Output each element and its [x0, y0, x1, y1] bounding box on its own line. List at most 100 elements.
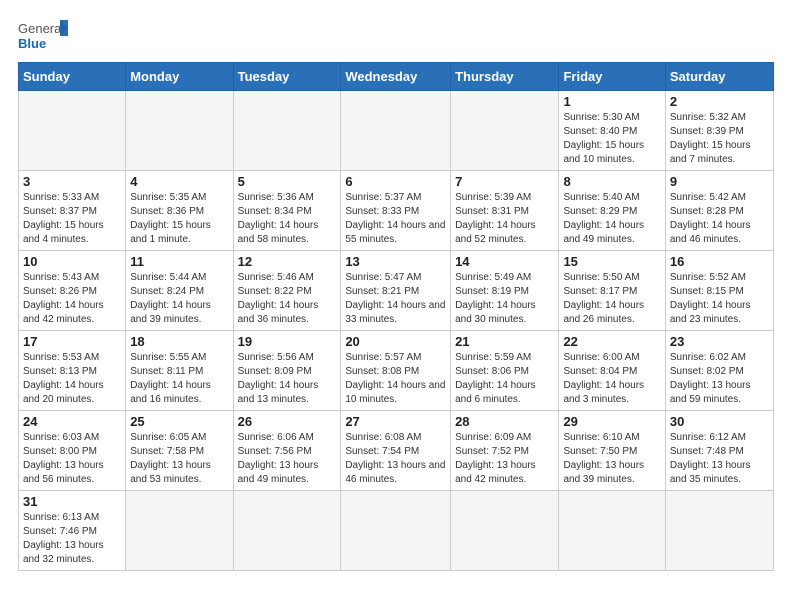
day-number: 28 [455, 414, 554, 429]
day-number: 7 [455, 174, 554, 189]
day-info: Sunrise: 5:32 AM Sunset: 8:39 PM Dayligh… [670, 111, 769, 167]
day-info: Sunrise: 5:42 AM Sunset: 8:28 PM Dayligh… [670, 191, 769, 247]
day-number: 3 [23, 174, 121, 189]
calendar-table: SundayMondayTuesdayWednesdayThursdayFrid… [18, 62, 774, 571]
day-number: 11 [130, 254, 228, 269]
day-number: 29 [563, 414, 660, 429]
day-number: 27 [345, 414, 446, 429]
calendar-cell: 3Sunrise: 5:33 AM Sunset: 8:37 PM Daylig… [19, 171, 126, 251]
calendar-header-row: SundayMondayTuesdayWednesdayThursdayFrid… [19, 63, 774, 91]
day-number: 16 [670, 254, 769, 269]
calendar-week-row-1: 3Sunrise: 5:33 AM Sunset: 8:37 PM Daylig… [19, 171, 774, 251]
calendar-cell [451, 91, 559, 171]
calendar-cell: 10 Sunrise: 5:43 AM Sunset: 8:26 PM Dayli… [19, 251, 126, 331]
calendar-weekday-thursday: Thursday [451, 63, 559, 91]
day-number: 15 [563, 254, 660, 269]
calendar-cell: 27 Sunrise: 6:08 AM Sunset: 7:54 PM Dayli… [341, 411, 451, 491]
calendar-cell: 6Sunrise: 5:37 AM Sunset: 8:33 PM Daylig… [341, 171, 451, 251]
day-info: Sunrise: 6:08 AM Sunset: 7:54 PM Dayligh… [345, 431, 446, 487]
calendar-cell: 13Sunrise: 5:47 AM Sunset: 8:21 PM Dayli… [341, 251, 451, 331]
calendar-cell: 1Sunrise: 5:30 AM Sunset: 8:40 PM Daylig… [559, 91, 665, 171]
calendar-cell: 12Sunrise: 5:46 AM Sunset: 8:22 PM Dayli… [233, 251, 341, 331]
calendar-cell [233, 491, 341, 571]
calendar-weekday-sunday: Sunday [19, 63, 126, 91]
calendar-cell: 5Sunrise: 5:36 AM Sunset: 8:34 PM Daylig… [233, 171, 341, 251]
calendar-weekday-wednesday: Wednesday [341, 63, 451, 91]
day-number: 12 [238, 254, 337, 269]
svg-text:Blue: Blue [18, 36, 46, 51]
calendar-weekday-tuesday: Tuesday [233, 63, 341, 91]
day-info: Sunrise: 5:57 AM Sunset: 8:08 PM Dayligh… [345, 351, 446, 407]
calendar-week-row-0: 1Sunrise: 5:30 AM Sunset: 8:40 PM Daylig… [19, 91, 774, 171]
calendar-cell: 22 Sunrise: 6:00 AM Sunset: 8:04 PM Dayli… [559, 331, 665, 411]
day-info: Sunrise: 5:44 AM Sunset: 8:24 PM Dayligh… [130, 271, 228, 327]
day-number: 19 [238, 334, 337, 349]
calendar-cell: 20 Sunrise: 5:57 AM Sunset: 8:08 PM Dayli… [341, 331, 451, 411]
day-number: 26 [238, 414, 337, 429]
calendar-weekday-saturday: Saturday [665, 63, 773, 91]
day-info: Sunrise: 5:40 AM Sunset: 8:29 PM Dayligh… [563, 191, 660, 247]
calendar-cell: 23Sunrise: 6:02 AM Sunset: 8:02 PM Dayli… [665, 331, 773, 411]
calendar-weekday-friday: Friday [559, 63, 665, 91]
day-info: Sunrise: 5:52 AM Sunset: 8:15 PM Dayligh… [670, 271, 769, 327]
day-info: Sunrise: 6:05 AM Sunset: 7:58 PM Dayligh… [130, 431, 228, 487]
svg-text:General: General [18, 21, 64, 36]
calendar-cell: 30 Sunrise: 6:12 AM Sunset: 7:48 PM Dayli… [665, 411, 773, 491]
day-info: Sunrise: 6:10 AM Sunset: 7:50 PM Dayligh… [563, 431, 660, 487]
day-info: Sunrise: 6:02 AM Sunset: 8:02 PM Dayligh… [670, 351, 769, 407]
day-number: 10 [23, 254, 121, 269]
calendar-cell: 18 Sunrise: 5:55 AM Sunset: 8:11 PM Dayli… [126, 331, 233, 411]
calendar-cell [559, 491, 665, 571]
calendar-cell: 8 Sunrise: 5:40 AM Sunset: 8:29 PM Daylig… [559, 171, 665, 251]
calendar-cell [451, 491, 559, 571]
day-number: 2 [670, 94, 769, 109]
day-info: Sunrise: 5:49 AM Sunset: 8:19 PM Dayligh… [455, 271, 554, 327]
day-number: 6 [345, 174, 446, 189]
day-number: 20 [345, 334, 446, 349]
day-number: 14 [455, 254, 554, 269]
day-info: Sunrise: 6:00 AM Sunset: 8:04 PM Dayligh… [563, 351, 660, 407]
day-number: 25 [130, 414, 228, 429]
calendar-cell [126, 91, 233, 171]
page: General Blue SundayMondayTuesdayWednesda… [0, 0, 792, 612]
day-number: 21 [455, 334, 554, 349]
day-number: 30 [670, 414, 769, 429]
calendar-weekday-monday: Monday [126, 63, 233, 91]
day-info: Sunrise: 6:06 AM Sunset: 7:56 PM Dayligh… [238, 431, 337, 487]
calendar-week-row-3: 17Sunrise: 5:53 AM Sunset: 8:13 PM Dayli… [19, 331, 774, 411]
calendar-cell: 28Sunrise: 6:09 AM Sunset: 7:52 PM Dayli… [451, 411, 559, 491]
calendar-cell: 4Sunrise: 5:35 AM Sunset: 8:36 PM Daylig… [126, 171, 233, 251]
day-number: 18 [130, 334, 228, 349]
calendar-cell: 25 Sunrise: 6:05 AM Sunset: 7:58 PM Dayli… [126, 411, 233, 491]
calendar-cell: 16 Sunrise: 5:52 AM Sunset: 8:15 PM Dayli… [665, 251, 773, 331]
day-info: Sunrise: 6:03 AM Sunset: 8:00 PM Dayligh… [23, 431, 121, 487]
day-number: 8 [563, 174, 660, 189]
day-number: 17 [23, 334, 121, 349]
calendar-cell: 29 Sunrise: 6:10 AM Sunset: 7:50 PM Dayli… [559, 411, 665, 491]
calendar-week-row-4: 24Sunrise: 6:03 AM Sunset: 8:00 PM Dayli… [19, 411, 774, 491]
day-number: 1 [563, 94, 660, 109]
day-info: Sunrise: 5:36 AM Sunset: 8:34 PM Dayligh… [238, 191, 337, 247]
day-info: Sunrise: 5:50 AM Sunset: 8:17 PM Dayligh… [563, 271, 660, 327]
calendar-cell: 24Sunrise: 6:03 AM Sunset: 8:00 PM Dayli… [19, 411, 126, 491]
day-info: Sunrise: 5:55 AM Sunset: 8:11 PM Dayligh… [130, 351, 228, 407]
day-info: Sunrise: 5:43 AM Sunset: 8:26 PM Dayligh… [23, 271, 121, 327]
calendar-cell [341, 91, 451, 171]
day-number: 22 [563, 334, 660, 349]
day-info: Sunrise: 5:39 AM Sunset: 8:31 PM Dayligh… [455, 191, 554, 247]
day-info: Sunrise: 5:47 AM Sunset: 8:21 PM Dayligh… [345, 271, 446, 327]
calendar-cell: 17Sunrise: 5:53 AM Sunset: 8:13 PM Dayli… [19, 331, 126, 411]
calendar-cell: 2 Sunrise: 5:32 AM Sunset: 8:39 PM Daylig… [665, 91, 773, 171]
logo-svg: General Blue [18, 18, 68, 54]
calendar-cell: 15 Sunrise: 5:50 AM Sunset: 8:17 PM Dayli… [559, 251, 665, 331]
calendar-cell: 26 Sunrise: 6:06 AM Sunset: 7:56 PM Dayli… [233, 411, 341, 491]
calendar-week-row-2: 10 Sunrise: 5:43 AM Sunset: 8:26 PM Dayli… [19, 251, 774, 331]
day-number: 9 [670, 174, 769, 189]
day-info: Sunrise: 5:56 AM Sunset: 8:09 PM Dayligh… [238, 351, 337, 407]
calendar-cell [665, 491, 773, 571]
calendar-cell: 21Sunrise: 5:59 AM Sunset: 8:06 PM Dayli… [451, 331, 559, 411]
calendar-cell: 14 Sunrise: 5:49 AM Sunset: 8:19 PM Dayli… [451, 251, 559, 331]
calendar-cell: 31Sunrise: 6:13 AM Sunset: 7:46 PM Dayli… [19, 491, 126, 571]
day-info: Sunrise: 6:12 AM Sunset: 7:48 PM Dayligh… [670, 431, 769, 487]
calendar-cell [341, 491, 451, 571]
